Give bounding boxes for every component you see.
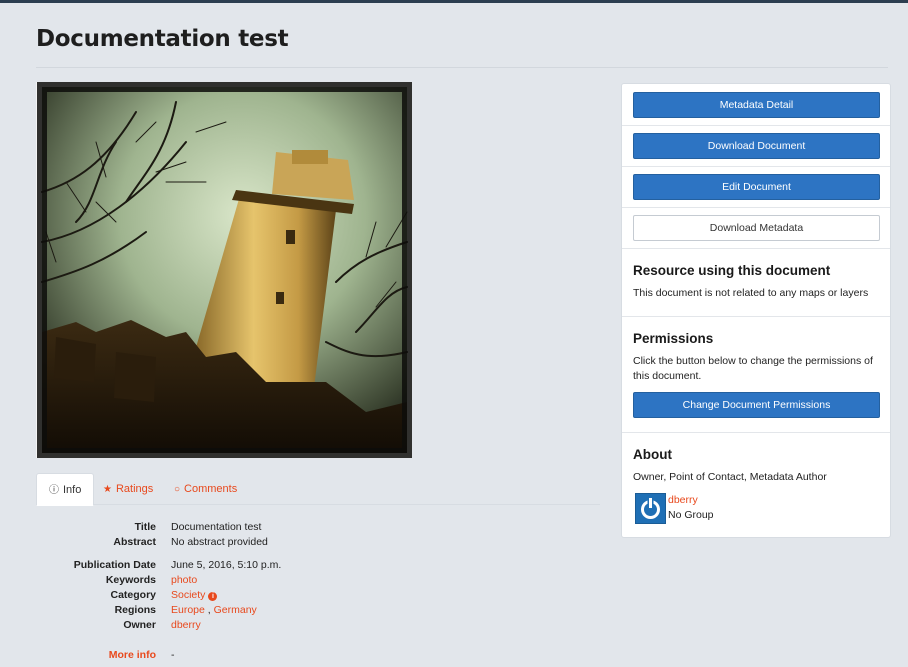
abstract-label: Abstract <box>113 536 156 548</box>
panel-divider <box>622 248 890 249</box>
more-info-link[interactable]: More info <box>109 649 156 661</box>
title-label: Title <box>134 521 156 533</box>
info-circle-icon: ⓘ <box>49 485 59 496</box>
tab-ratings[interactable]: ★ Ratings <box>91 473 165 505</box>
tab-comments-label: Comments <box>184 483 238 495</box>
publication-date-label: Publication Date <box>73 559 156 571</box>
category-link[interactable]: Society <box>171 589 205 601</box>
owner-link[interactable]: dberry <box>171 619 201 631</box>
keywords-label: Keywords <box>105 574 156 586</box>
about-roles: Owner, Point of Contact, Metadata Author <box>633 471 827 483</box>
keyword-link[interactable]: photo <box>171 574 197 586</box>
tab-info[interactable]: ⓘ Info <box>36 473 95 506</box>
star-icon: ★ <box>103 484 112 495</box>
panel-divider <box>622 166 890 167</box>
page-title: Documentation test <box>36 26 289 52</box>
top-bar <box>0 0 908 3</box>
region-separator: , <box>204 604 214 616</box>
document-thumbnail[interactable] <box>36 82 412 458</box>
tab-comments[interactable]: ○ Comments <box>162 473 249 505</box>
title-value: Documentation test <box>171 521 262 533</box>
comment-icon: ○ <box>174 484 181 495</box>
abstract-value: No abstract provided <box>171 536 268 548</box>
panel-divider <box>622 125 890 126</box>
owner-group: No Group <box>668 509 714 521</box>
more-info-value: - <box>171 649 175 661</box>
document-actions-panel: Metadata Detail Download Document Edit D… <box>621 83 891 538</box>
info-circle-icon[interactable]: i <box>208 592 218 601</box>
avatar[interactable] <box>635 493 666 524</box>
tab-ratings-label: Ratings <box>115 483 154 495</box>
castle-tower-photo <box>36 82 412 458</box>
permissions-section-text: Click the button below to change the per… <box>633 355 873 382</box>
owner-label: Owner <box>123 619 156 631</box>
detail-tabs: ⓘ Info ★ Ratings ○ Comments <box>36 473 600 506</box>
resource-section-title: Resource using this document <box>633 263 831 278</box>
category-label: Category <box>110 589 156 601</box>
download-metadata-button[interactable]: Download Metadata <box>633 215 880 241</box>
download-document-button[interactable]: Download Document <box>633 133 880 159</box>
change-permissions-button[interactable]: Change Document Permissions <box>633 392 880 418</box>
resource-section-text: This document is not related to any maps… <box>633 287 869 299</box>
tab-info-label: Info <box>63 484 82 496</box>
about-section-title: About <box>633 447 672 462</box>
permissions-section-title: Permissions <box>633 331 714 346</box>
region-link-germany[interactable]: Germany <box>214 604 257 616</box>
regions-label: Regions <box>114 604 156 616</box>
publication-date-value: June 5, 2016, 5:10 p.m. <box>171 559 282 571</box>
owner-profile-link[interactable]: dberry <box>668 494 698 506</box>
panel-divider <box>622 316 890 317</box>
metadata-detail-button[interactable]: Metadata Detail <box>633 92 880 118</box>
panel-divider <box>622 432 890 433</box>
panel-divider <box>622 207 890 208</box>
region-link-europe[interactable]: Europe <box>171 604 205 616</box>
category-value-wrap: Society i <box>171 589 218 601</box>
power-icon <box>641 498 660 519</box>
regions-value: Europe , Germany <box>171 604 257 616</box>
edit-document-button[interactable]: Edit Document <box>633 174 880 200</box>
title-divider <box>36 67 888 68</box>
